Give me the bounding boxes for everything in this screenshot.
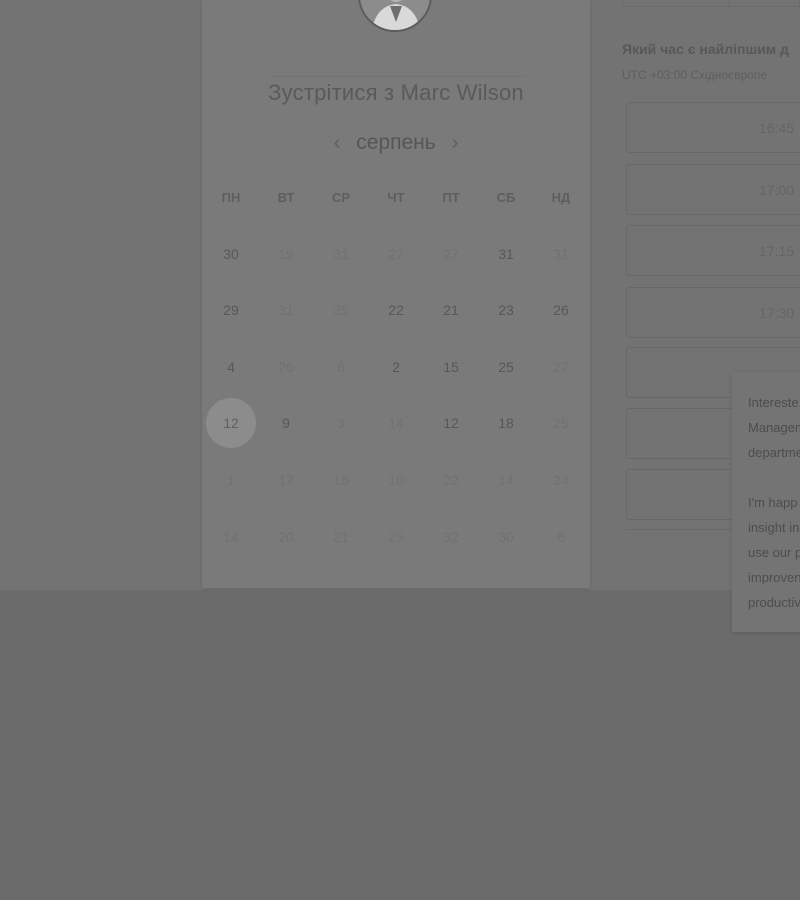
calendar-day: 21 xyxy=(333,529,349,545)
calendar-day: 27 xyxy=(388,246,404,262)
weekday-label: ПН xyxy=(221,190,241,205)
weekday-label: СР xyxy=(331,190,351,205)
calendar-day[interactable]: 23 xyxy=(483,287,529,333)
weekday-label: ПТ xyxy=(442,190,460,205)
time-slot-button[interactable]: 17:30 xyxy=(626,287,800,338)
top-strip-divider xyxy=(729,0,730,7)
calendar-day-selected[interactable]: 12 xyxy=(206,398,256,448)
calendar-day: 19 xyxy=(278,246,294,262)
calendar-day[interactable]: 22 xyxy=(373,287,419,333)
tooltip-line: departme xyxy=(748,445,800,460)
calendar-day: 27 xyxy=(443,246,459,262)
calendar-day[interactable]: 30 xyxy=(208,231,254,277)
weekday-header: ПН ВТ СР ЧТ ПТ СБ НД xyxy=(204,190,588,208)
weekday-label: ЧТ xyxy=(387,190,405,205)
month-navigation: ‹ серпень › xyxy=(202,128,590,158)
tooltip-line: I'm happ xyxy=(748,495,798,510)
calendar-day: 6 xyxy=(337,359,345,375)
weekday-label: СБ xyxy=(496,190,516,205)
calendar-day: 31 xyxy=(333,246,349,262)
page-title: Зустрітися з Marc Wilson xyxy=(268,80,524,105)
calendar-day[interactable]: 31 xyxy=(483,231,529,277)
calendar-day: 25 xyxy=(388,529,404,545)
calendar-day[interactable]: 25 xyxy=(483,344,529,390)
calendar-day: 22 xyxy=(443,472,459,488)
tooltip-line: productiv xyxy=(748,595,800,610)
calendar-day: 10 xyxy=(388,472,404,488)
tooltip-line: improven xyxy=(748,570,800,585)
month-label: серпень xyxy=(356,131,436,154)
calendar-day: 16 xyxy=(333,472,349,488)
time-slot-button[interactable]: 17:00 xyxy=(626,164,800,215)
top-strip xyxy=(622,0,800,7)
calendar-day[interactable]: 2 xyxy=(373,344,419,390)
calendar-day: 31 xyxy=(278,302,294,318)
tooltip-line: Managem xyxy=(748,420,800,435)
calendar-day: 24 xyxy=(553,472,569,488)
weekday-label: ВТ xyxy=(277,190,295,205)
calendar-day: 14 xyxy=(498,472,514,488)
info-tooltip: Intereste Managem departme I'm happ insight … xyxy=(732,372,800,632)
calendar-day: 1 xyxy=(227,472,235,488)
calendar-day[interactable]: 4 xyxy=(208,344,254,390)
calendar-day: 14 xyxy=(223,529,239,545)
weekday-label: НД xyxy=(551,190,571,205)
tooltip-text: Intereste Managem departme I'm happ insight … xyxy=(748,390,800,615)
calendar-day: 17 xyxy=(278,472,294,488)
calendar-day[interactable]: 29 xyxy=(208,287,254,333)
calendar-day[interactable]: 12 xyxy=(428,400,474,446)
calendar-day: 27 xyxy=(553,359,569,375)
tooltip-line: Intereste xyxy=(748,395,799,410)
chevron-right-icon[interactable]: › xyxy=(452,133,459,153)
calendar-day: 31 xyxy=(553,246,569,262)
tooltip-line: insight in xyxy=(748,520,800,535)
time-slot-button[interactable]: 16:45 xyxy=(626,102,800,153)
calendar-day: 35 xyxy=(333,302,349,318)
calendar-day: 26 xyxy=(278,359,294,375)
calendar-day[interactable]: 18 xyxy=(483,400,529,446)
calendar-day: 3 xyxy=(337,415,345,431)
calendar-day: 25 xyxy=(553,415,569,431)
calendar-day: 30 xyxy=(498,529,514,545)
calendar-day: 14 xyxy=(388,415,404,431)
calendar-day[interactable]: 9 xyxy=(263,400,309,446)
time-question-heading: Який час є найліпшим д xyxy=(622,41,789,57)
title-divider xyxy=(270,76,525,77)
tooltip-line: use our p xyxy=(748,545,800,560)
calendar-day[interactable]: 15 xyxy=(428,344,474,390)
calendar-day[interactable]: 26 xyxy=(538,287,584,333)
time-slot-button[interactable]: 17:15 xyxy=(626,225,800,276)
calendar-day: 32 xyxy=(443,529,459,545)
calendar-day: 6 xyxy=(557,529,565,545)
timezone-label[interactable]: UTC +03:00 Східноєвропе xyxy=(622,68,767,82)
calendar-day: 20 xyxy=(278,529,294,545)
tooltip-line xyxy=(748,465,800,490)
calendar-day[interactable]: 21 xyxy=(428,287,474,333)
chevron-left-icon[interactable]: ‹ xyxy=(334,133,341,153)
